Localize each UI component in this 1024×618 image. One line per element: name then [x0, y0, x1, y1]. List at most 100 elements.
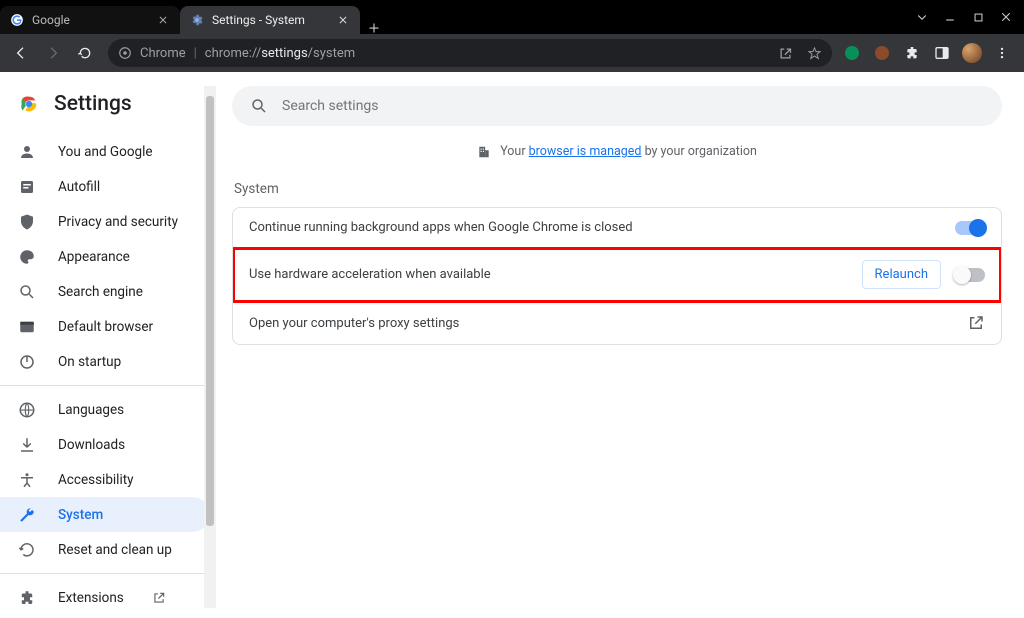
tab-label: Settings - System [212, 13, 328, 27]
sidebar-item-downloads[interactable]: Downloads [0, 427, 210, 462]
sidebar-item-label: Languages [58, 402, 124, 418]
search-input[interactable] [282, 98, 984, 114]
sidebar-item-label: Autofill [58, 179, 100, 195]
toggle-hardware-acceleration[interactable] [955, 268, 985, 282]
minimize-button[interactable] [936, 0, 964, 34]
google-favicon-icon [10, 13, 24, 27]
sidebar-item-label: Accessibility [58, 472, 134, 488]
globe-icon [18, 401, 36, 419]
external-link-icon [967, 314, 985, 332]
tab-label: Google [32, 13, 148, 27]
sidebar-item-startup[interactable]: On startup [0, 344, 210, 379]
ext-icon-2[interactable] [870, 41, 894, 65]
address-url-bold: settings [261, 46, 307, 61]
profile-avatar[interactable] [960, 41, 984, 65]
chevron-down-icon[interactable] [908, 0, 936, 34]
chrome-info-icon [118, 46, 132, 60]
forward-button[interactable] [38, 38, 68, 68]
sidebar-item-label: Downloads [58, 437, 125, 453]
brand: Settings [0, 88, 210, 134]
browser-icon [18, 318, 36, 336]
page-title: Settings [54, 92, 132, 116]
scrollbar-thumb[interactable] [206, 96, 214, 526]
system-card: Continue running background apps when Go… [232, 207, 1002, 345]
sidebar: Settings You and Google Autofill Privacy… [0, 72, 210, 618]
reload-button[interactable] [70, 38, 100, 68]
managed-banner: Your browser is managed by your organiza… [232, 126, 1002, 167]
content: Settings You and Google Autofill Privacy… [0, 72, 1024, 618]
titlebar: Google Settings - System [0, 0, 1024, 34]
row-hardware-acceleration: Use hardware acceleration when available… [233, 248, 1001, 302]
puzzle-icon [18, 589, 36, 607]
row-background-apps: Continue running background apps when Go… [233, 208, 1001, 248]
sidebar-item-languages[interactable]: Languages [0, 392, 210, 427]
tab-strip: Google Settings - System [0, 0, 908, 34]
sidebar-item-label: You and Google [58, 144, 153, 160]
tab-google[interactable]: Google [0, 6, 180, 34]
extensions-icon[interactable] [900, 41, 924, 65]
sidebar-item-system[interactable]: System [0, 497, 210, 532]
search-icon [250, 97, 268, 115]
section-title: System [232, 167, 1002, 207]
sidebar-item-you[interactable]: You and Google [0, 134, 210, 169]
close-icon[interactable] [156, 13, 170, 27]
managed-suffix: by your organization [641, 144, 756, 159]
search-icon [18, 283, 36, 301]
bookmark-icon[interactable] [807, 46, 822, 61]
row-label: Open your computer's proxy settings [249, 316, 967, 331]
sidebar-item-privacy[interactable]: Privacy and security [0, 204, 210, 239]
toolbar: Chrome | chrome://settings/system [0, 34, 1024, 72]
toggle-background-apps[interactable] [955, 221, 985, 235]
address-url-prefix: chrome:// [205, 46, 261, 61]
main: Your browser is managed by your organiza… [210, 72, 1024, 618]
sidebar-item-appearance[interactable]: Appearance [0, 239, 210, 274]
window-controls [908, 0, 1024, 34]
maximize-button[interactable] [964, 0, 992, 34]
new-tab-button[interactable] [360, 22, 388, 34]
sidebar-item-autofill[interactable]: Autofill [0, 169, 210, 204]
sidebar-item-label: Extensions [58, 590, 124, 606]
close-window-button[interactable] [992, 0, 1020, 34]
building-icon [477, 145, 491, 159]
sidebar-item-label: Search engine [58, 284, 143, 300]
ext-icon-1[interactable] [840, 41, 864, 65]
accessibility-icon [18, 471, 36, 489]
address-bar[interactable]: Chrome | chrome://settings/system [108, 39, 832, 67]
sidebar-item-label: Privacy and security [58, 214, 178, 230]
address-url-suffix: /system [308, 46, 355, 61]
sidebar-item-label: System [58, 507, 103, 523]
close-icon[interactable] [336, 13, 350, 27]
row-proxy-settings[interactable]: Open your computer's proxy settings [233, 302, 1001, 344]
wrench-icon [18, 506, 36, 524]
row-label: Continue running background apps when Go… [249, 220, 955, 235]
search-settings[interactable] [232, 86, 1002, 126]
autofill-icon [18, 178, 36, 196]
divider [0, 573, 210, 574]
sidebar-item-label: Appearance [58, 249, 130, 265]
external-link-icon [152, 591, 166, 605]
palette-icon [18, 248, 36, 266]
chrome-logo-icon [18, 93, 40, 115]
shield-icon [18, 213, 36, 231]
sidebar-item-reset[interactable]: Reset and clean up [0, 532, 210, 567]
menu-icon[interactable] [990, 41, 1014, 65]
address-chrome-label: Chrome [140, 46, 186, 61]
side-panel-icon[interactable] [930, 41, 954, 65]
share-icon[interactable] [778, 46, 793, 61]
power-icon [18, 353, 36, 371]
managed-prefix: Your [500, 144, 528, 159]
toolbar-right-icons [840, 41, 1018, 65]
person-icon [18, 143, 36, 161]
sidebar-item-search[interactable]: Search engine [0, 274, 210, 309]
sidebar-item-default[interactable]: Default browser [0, 309, 210, 344]
back-button[interactable] [6, 38, 36, 68]
relaunch-button[interactable]: Relaunch [862, 260, 941, 289]
sidebar-item-label: On startup [58, 354, 121, 370]
tab-settings[interactable]: Settings - System [180, 6, 360, 34]
sidebar-item-extensions[interactable]: Extensions [0, 580, 210, 615]
sidebar-item-label: Reset and clean up [58, 542, 172, 558]
settings-favicon-icon [190, 13, 204, 27]
sidebar-item-accessibility[interactable]: Accessibility [0, 462, 210, 497]
managed-link[interactable]: browser is managed [529, 144, 642, 159]
scrollbar[interactable] [204, 86, 216, 608]
